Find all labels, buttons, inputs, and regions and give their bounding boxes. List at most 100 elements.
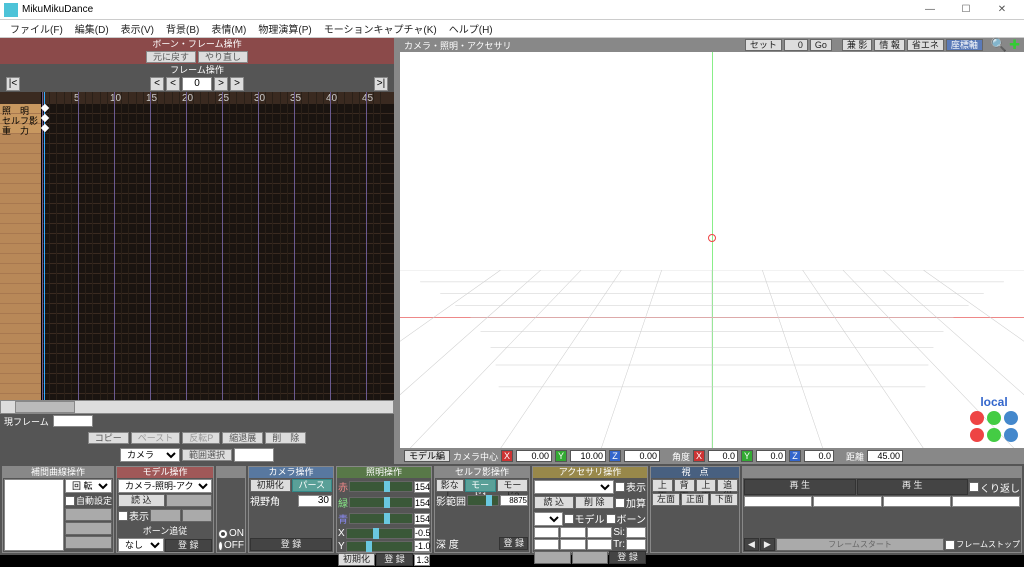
interp-btn1[interactable] bbox=[65, 508, 112, 521]
delete-button[interactable]: 削 除 bbox=[265, 432, 306, 444]
acc-model-select[interactable] bbox=[534, 512, 563, 526]
timeline-cursor[interactable] bbox=[44, 92, 45, 400]
interp-btn3[interactable] bbox=[65, 536, 112, 549]
range-input[interactable] bbox=[234, 448, 274, 462]
menu-physics[interactable]: 物理演算(P) bbox=[252, 21, 317, 36]
model-edit-button[interactable]: モデル編 bbox=[404, 450, 450, 462]
frame-first-button[interactable]: |< bbox=[6, 77, 20, 91]
viewport-3d[interactable]: local bbox=[400, 52, 1024, 448]
view-left[interactable]: 左面 bbox=[652, 493, 680, 506]
model-select[interactable]: カメラ-照明-アクセサリ bbox=[118, 479, 212, 493]
loop-check[interactable] bbox=[969, 482, 979, 492]
view-follow[interactable]: 追従 bbox=[717, 479, 738, 492]
cam-persp[interactable]: パース bbox=[292, 479, 333, 492]
camera-select[interactable]: カメラ bbox=[120, 448, 180, 462]
menu-face[interactable]: 表情(M) bbox=[205, 21, 252, 36]
prev-frame[interactable]: ◀ bbox=[744, 538, 759, 551]
frame-last-button[interactable]: >| bbox=[374, 77, 388, 91]
gizmo[interactable]: local bbox=[970, 395, 1018, 442]
move-x-ball[interactable] bbox=[970, 428, 984, 442]
interp-btn2[interactable] bbox=[65, 522, 112, 535]
play-button[interactable]: 再 生 bbox=[857, 479, 969, 495]
light-on-radio[interactable] bbox=[218, 529, 228, 539]
magnify-icon[interactable]: 🔍 bbox=[991, 37, 1007, 53]
shadow-button[interactable]: 兼 影 bbox=[842, 39, 873, 51]
acc-model-check[interactable] bbox=[564, 514, 574, 524]
axis-button[interactable]: 座標軸 bbox=[946, 39, 983, 51]
ax-button[interactable]: X bbox=[693, 450, 705, 462]
shadow-mode2[interactable]: モード2 bbox=[497, 479, 528, 492]
slider-lx[interactable] bbox=[346, 528, 413, 539]
acc-bone-check[interactable] bbox=[606, 514, 616, 524]
model-del[interactable] bbox=[166, 494, 213, 507]
curve-editor[interactable] bbox=[4, 479, 64, 551]
menu-edit[interactable]: 編集(D) bbox=[69, 21, 115, 36]
framestep-check[interactable] bbox=[945, 540, 955, 550]
menu-file[interactable]: ファイル(F) bbox=[4, 21, 69, 36]
shadow-off[interactable]: 影なし bbox=[436, 479, 464, 492]
y-button[interactable]: Y bbox=[555, 450, 567, 462]
az-button[interactable]: Z bbox=[789, 450, 801, 462]
undo-button[interactable]: 元に戻す bbox=[146, 51, 196, 63]
slider-g[interactable] bbox=[349, 497, 413, 508]
model-load[interactable]: 読 込 bbox=[118, 494, 165, 507]
acc-delete[interactable]: 削 除 bbox=[575, 496, 615, 509]
curframe-input[interactable] bbox=[53, 415, 93, 427]
slider-b[interactable] bbox=[349, 513, 413, 524]
info-button[interactable]: 情 報 bbox=[874, 39, 905, 51]
frame-prev2-button[interactable]: < bbox=[166, 77, 180, 91]
y-value[interactable]: 10.00 bbox=[570, 450, 606, 462]
shadow-mode1[interactable]: モード1 bbox=[465, 479, 496, 492]
view-up[interactable]: 上面 bbox=[652, 479, 673, 492]
energy-button[interactable]: 省エネ bbox=[907, 39, 944, 51]
maximize-button[interactable]: ☐ bbox=[948, 1, 984, 19]
shadow-range-slider[interactable] bbox=[467, 495, 499, 506]
follow-select[interactable]: なし bbox=[118, 538, 164, 552]
ax-value[interactable]: 0.0 bbox=[708, 450, 738, 462]
z-value[interactable]: 0.00 bbox=[624, 450, 660, 462]
ay-button[interactable]: Y bbox=[741, 450, 753, 462]
menu-help[interactable]: ヘルプ(H) bbox=[443, 21, 499, 36]
cam-register[interactable]: 登 録 bbox=[250, 538, 332, 551]
play-to[interactable] bbox=[813, 496, 881, 507]
ay-value[interactable]: 0.0 bbox=[756, 450, 786, 462]
frame-next2-button[interactable]: > bbox=[230, 77, 244, 91]
auto-check[interactable] bbox=[65, 496, 75, 506]
copy-button[interactable]: コピー bbox=[88, 432, 129, 444]
rot-z-ball[interactable] bbox=[1004, 411, 1018, 425]
light-off-radio[interactable] bbox=[218, 541, 223, 551]
az-value[interactable]: 0.0 bbox=[804, 450, 834, 462]
view-top[interactable]: 上面 bbox=[696, 479, 717, 492]
x-value[interactable]: 0.00 bbox=[516, 450, 552, 462]
acc-disp-check[interactable] bbox=[615, 482, 625, 492]
model-register[interactable]: 登 録 bbox=[165, 539, 213, 552]
redo-button[interactable]: やり直し bbox=[198, 51, 248, 63]
set-button[interactable]: セット bbox=[745, 39, 782, 51]
play-model-button[interactable]: 再 生 bbox=[744, 479, 856, 495]
minimize-button[interactable]: — bbox=[912, 1, 948, 19]
track-selfshadow[interactable]: セルフ影 bbox=[0, 114, 41, 124]
paste-button[interactable]: ペースト bbox=[131, 432, 181, 444]
close-button[interactable]: ✕ bbox=[984, 1, 1020, 19]
scroll-thumb[interactable] bbox=[15, 401, 75, 413]
fov-input[interactable]: 30 bbox=[298, 495, 332, 507]
rot-x-ball[interactable] bbox=[970, 411, 984, 425]
z-button[interactable]: Z bbox=[609, 450, 621, 462]
view-back[interactable]: 背面 bbox=[674, 479, 695, 492]
slider-r[interactable] bbox=[349, 481, 413, 492]
acc-select[interactable] bbox=[534, 480, 614, 494]
view-bottom[interactable]: 下面 bbox=[710, 493, 738, 506]
track-light[interactable]: 照 明 bbox=[0, 104, 41, 114]
acc-load[interactable]: 読 込 bbox=[534, 496, 574, 509]
menu-bg[interactable]: 背景(B) bbox=[160, 21, 205, 36]
range-select-button[interactable]: 範囲選択 bbox=[182, 449, 232, 461]
frame-input[interactable]: 0 bbox=[182, 77, 212, 91]
menu-mocap[interactable]: モーションキャプチャ(K) bbox=[318, 21, 443, 36]
dist-value[interactable]: 45.00 bbox=[867, 450, 903, 462]
rot-y-ball[interactable] bbox=[987, 411, 1001, 425]
slider-ly[interactable] bbox=[346, 541, 413, 552]
menu-view[interactable]: 表示(V) bbox=[115, 21, 160, 36]
interp-axis-select[interactable]: 回 転 bbox=[65, 479, 112, 493]
timeline[interactable]: 照 明 セルフ影 重 力 51015202530354045 bbox=[0, 92, 394, 400]
play-from[interactable] bbox=[744, 496, 812, 507]
